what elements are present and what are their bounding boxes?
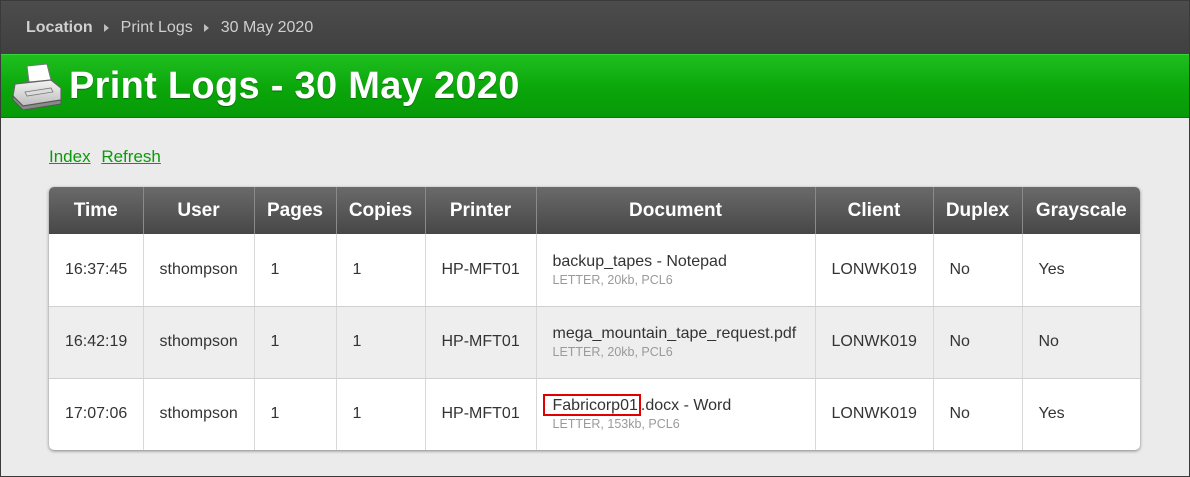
document-meta: LETTER, 20kb, PCL6 [552,345,673,359]
document-meta: LETTER, 20kb, PCL6 [552,272,673,287]
title-bar: Print Logs - 30 May 2020 [1,54,1189,118]
cell-time: 16:37:45 [49,234,144,307]
breadcrumb-separator-icon [103,23,109,32]
column-header-grayscale[interactable]: Grayscale [1021,187,1140,234]
cell-printer: HP-MFT01 [425,378,537,450]
document-title: mega_mountain_tape_request.pdf [552,325,797,342]
print-log-table: Time User Pages Copies Printer Document … [49,187,1140,450]
cell-pages: 1 [254,234,337,307]
cell-grayscale: Yes [1022,234,1140,307]
cell-grayscale: Yes [1038,405,1065,423]
column-header-copies[interactable]: Copies [335,187,426,234]
column-header-duplex[interactable]: Duplex [932,187,1023,234]
cell-grayscale: No [1022,306,1140,379]
breadcrumb-separator-icon [203,23,209,32]
cell-copies: 1 [336,234,426,307]
cell-copies: 1 [336,306,426,379]
column-header-pages[interactable]: Pages [253,187,337,234]
cell-document: Fabricorp01 .docx - Word LETTER, 153kb, P… [536,378,816,450]
printer-icon [9,56,65,116]
cell-printer: HP-MFT01 [425,234,537,307]
cell-pages: 1 [254,306,337,379]
cell-document: mega_mountain_tape_request.pdf LETTER, 2… [536,306,816,379]
column-header-user[interactable]: User [142,187,255,234]
document-title: Fabricorp01 .docx - Word [542,394,815,417]
document-title: backup_tapes - Notepad [552,252,727,270]
cell-user: sthompson [143,306,255,379]
cell-document: backup_tapes - Notepad LETTER, 20kb, PCL… [536,234,816,307]
cell-duplex: No [933,234,1023,307]
table-row: 16:37:45 sthompson 1 1 HP-MFT01 backup_t… [49,234,1140,307]
page-title: Print Logs - 30 May 2020 [69,64,520,107]
cell-time: 16:42:19 [49,306,144,379]
index-link[interactable]: Index [49,147,91,166]
action-links: Index Refresh [49,147,167,167]
cell-copies: 1 [336,378,426,450]
cell-client: LONWK019 [815,378,934,450]
column-header-client[interactable]: Client [814,187,934,234]
column-header-printer[interactable]: Printer [424,187,537,234]
cell-user: sthompson [143,378,255,450]
document-meta: LETTER, 153kb, PCL6 [552,417,680,432]
cell-client: LONWK019 [815,306,934,379]
page-frame: Location Print Logs 30 May 2020 Print Lo… [0,0,1190,477]
table-row: 17:07:06 sthompson 1 1 HP-MFT01 Fabricor… [49,378,1140,450]
column-header-document[interactable]: Document [535,187,816,234]
cell-user: sthompson [143,234,255,307]
document-title-rest: .docx - Word [640,397,732,415]
cell-duplex: No [933,378,1023,450]
breadcrumb: Location Print Logs 30 May 2020 [1,1,1189,54]
cell-time: 17:07:06 [49,378,144,450]
cell-client: LONWK019 [815,234,934,307]
breadcrumb-item-date: 30 May 2020 [220,18,314,36]
breadcrumb-item-print-logs[interactable]: Print Logs [121,19,193,37]
cell-printer: HP-MFT01 [425,306,537,379]
highlight-box: Fabricorp01 [542,394,641,417]
breadcrumb-root[interactable]: Location [26,19,93,37]
column-header-time[interactable]: Time [49,187,144,234]
table-header-row: Time User Pages Copies Printer Document … [49,187,1140,234]
cell-duplex: No [933,306,1023,379]
table-row: 16:42:19 sthompson 1 1 HP-MFT01 mega_mou… [49,306,1140,379]
refresh-link[interactable]: Refresh [101,147,161,166]
cell-pages: 1 [254,378,337,450]
